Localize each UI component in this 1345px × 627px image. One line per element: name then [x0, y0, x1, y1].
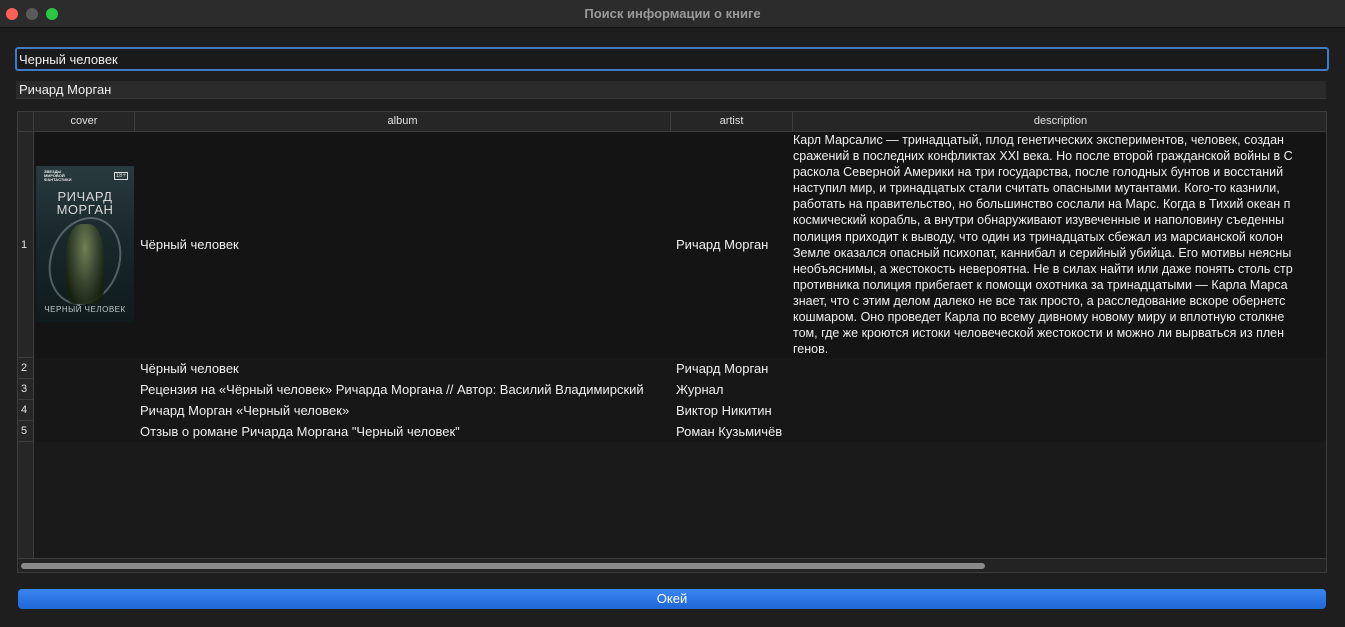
table-corner [18, 112, 34, 132]
description-line: наступил мир, и тринадцатых стали считат… [793, 181, 1280, 196]
search-input[interactable] [15, 47, 1329, 71]
cover-author: РИЧАРД МОРГАН [56, 189, 114, 217]
description-line: том, где же кроются истоки человеческой … [793, 326, 1285, 341]
row-number[interactable]: 1 [18, 132, 34, 358]
description-line: Земле оказался опасный психопат, канниба… [793, 245, 1292, 260]
album-cell[interactable]: Чёрный человек [135, 132, 671, 358]
cover-figure-graphic [66, 224, 104, 304]
description-line: противника полиция прибегает к помощи ох… [793, 277, 1288, 292]
artist-cell[interactable]: Роман Кузьмичёв [671, 421, 793, 442]
description-line: необъяснимы, а жестокость невероятна. Не… [793, 261, 1293, 276]
description-line: раскола Северной Америки на три государс… [793, 165, 1284, 180]
column-header-cover[interactable]: cover [34, 112, 135, 132]
scrollbar-thumb[interactable] [21, 563, 985, 569]
ok-button[interactable]: Окей [18, 589, 1326, 609]
artist-cell[interactable]: Журнал [671, 379, 793, 400]
album-cell[interactable]: Отзыв о романе Ричарда Моргана "Черный ч… [135, 421, 671, 442]
description-line: кошмаром. Оно проведет Карла по всему ди… [793, 310, 1285, 325]
description-line: знает, что с этим делом далеко не все та… [793, 293, 1286, 308]
album-cell[interactable]: Чёрный человек [135, 358, 671, 379]
row-header: 1 2 3 4 5 [18, 132, 34, 558]
description-line: сражений в последних конфликтах XXI века… [793, 149, 1293, 164]
book-cover-image: ЗВЕЗДЫ МИРОВОЙ ФАНТАСТИКИ 18+ РИЧАРД МОР… [36, 166, 134, 322]
description-cell[interactable]: Карл Марсалис — тринадцатый, плод генети… [793, 132, 1326, 357]
column-header-description[interactable]: description [793, 112, 1326, 132]
cover-title: ЧЕРНЫЙ ЧЕЛОВЕК [44, 305, 126, 314]
row-number[interactable]: 4 [18, 400, 34, 421]
album-cell[interactable]: Ричард Морган «Черный человек» [135, 400, 671, 421]
row-number[interactable]: 3 [18, 379, 34, 400]
description-line: Карл Марсалис — тринадцатый, плод генети… [793, 133, 1284, 147]
row-number[interactable]: 2 [18, 358, 34, 379]
title-bar: Поиск информации о книге [0, 0, 1345, 28]
description-line: полиция приходит к выводу, что один из т… [793, 229, 1283, 244]
description-line: работать на правительство, но большинств… [793, 197, 1291, 212]
artist-cell[interactable]: Ричард Морган [671, 132, 793, 358]
description-line: космический корабль, а внутри обнаружива… [793, 213, 1285, 228]
column-header-artist[interactable]: artist [671, 112, 793, 132]
horizontal-scrollbar[interactable] [18, 558, 1326, 572]
column-header-album[interactable]: album [135, 112, 671, 132]
artist-cell[interactable]: Виктор Никитин [671, 400, 793, 421]
row-number[interactable]: 5 [18, 421, 34, 442]
cover-publisher: ЗВЕЗДЫ МИРОВОЙ ФАНТАСТИКИ [44, 169, 72, 182]
description-line: генов. [793, 342, 829, 357]
cover-age-rating: 18+ [113, 172, 128, 180]
window-title: Поиск информации о книге [584, 6, 761, 21]
album-cell[interactable]: Рецензия на «Чёрный человек» Ричарда Мор… [135, 379, 671, 400]
author-field[interactable]: Ричард Морган [16, 81, 1326, 99]
artist-cell[interactable]: Ричард Морган [671, 358, 793, 379]
results-table: cover album artist description 1 2 3 4 5… [17, 111, 1327, 573]
